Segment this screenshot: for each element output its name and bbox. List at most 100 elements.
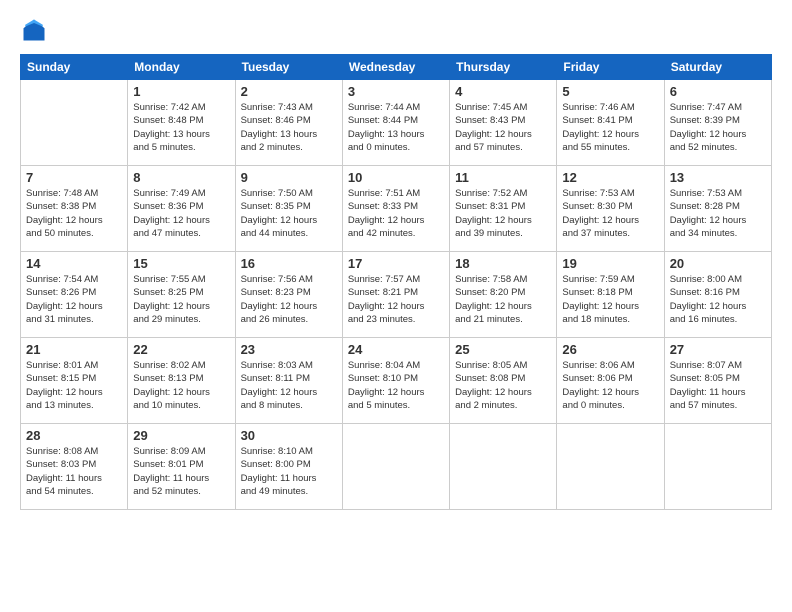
- calendar-header-wednesday: Wednesday: [342, 55, 449, 80]
- day-number: 1: [133, 84, 229, 99]
- day-info: Sunrise: 8:08 AM Sunset: 8:03 PM Dayligh…: [26, 445, 122, 498]
- day-number: 5: [562, 84, 658, 99]
- page: SundayMondayTuesdayWednesdayThursdayFrid…: [0, 0, 792, 612]
- day-info: Sunrise: 7:50 AM Sunset: 8:35 PM Dayligh…: [241, 187, 337, 240]
- calendar-cell: [450, 424, 557, 510]
- calendar-cell: 21Sunrise: 8:01 AM Sunset: 8:15 PM Dayli…: [21, 338, 128, 424]
- calendar-cell: 11 Sunrise: 7:52 AM Sunset: 8:31 PM Dayli…: [450, 166, 557, 252]
- calendar-cell: 17 Sunrise: 7:57 AM Sunset: 8:21 PM Dayli…: [342, 252, 449, 338]
- calendar-cell: 30 Sunrise: 8:10 AM Sunset: 8:00 PM Dayli…: [235, 424, 342, 510]
- day-number: 7: [26, 170, 122, 185]
- day-info: Sunrise: 8:10 AM Sunset: 8:00 PM Dayligh…: [241, 445, 337, 498]
- calendar-week-5: 28 Sunrise: 8:08 AM Sunset: 8:03 PM Dayli…: [21, 424, 772, 510]
- day-number: 23: [241, 342, 337, 357]
- day-info: Sunrise: 8:03 AM Sunset: 8:11 PM Dayligh…: [241, 359, 337, 412]
- calendar-cell: 2 Sunrise: 7:43 AM Sunset: 8:46 PM Daylig…: [235, 80, 342, 166]
- calendar-cell: 29Sunrise: 8:09 AM Sunset: 8:01 PM Dayli…: [128, 424, 235, 510]
- day-number: 29: [133, 428, 229, 443]
- day-number: 8: [133, 170, 229, 185]
- calendar: SundayMondayTuesdayWednesdayThursdayFrid…: [20, 54, 772, 510]
- calendar-cell: 1 Sunrise: 7:42 AM Sunset: 8:48 PM Daylig…: [128, 80, 235, 166]
- day-number: 19: [562, 256, 658, 271]
- calendar-cell: 19 Sunrise: 7:59 AM Sunset: 8:18 PM Dayli…: [557, 252, 664, 338]
- day-number: 12: [562, 170, 658, 185]
- day-number: 13: [670, 170, 766, 185]
- calendar-cell: 24Sunrise: 8:04 AM Sunset: 8:10 PM Dayli…: [342, 338, 449, 424]
- calendar-cell: 22 Sunrise: 8:02 AM Sunset: 8:13 PM Dayli…: [128, 338, 235, 424]
- day-number: 26: [562, 342, 658, 357]
- calendar-cell: 8 Sunrise: 7:49 AM Sunset: 8:36 PM Daylig…: [128, 166, 235, 252]
- day-info: Sunrise: 7:49 AM Sunset: 8:36 PM Dayligh…: [133, 187, 229, 240]
- day-number: 2: [241, 84, 337, 99]
- calendar-cell: [342, 424, 449, 510]
- calendar-cell: 26 Sunrise: 8:06 AM Sunset: 8:06 PM Dayli…: [557, 338, 664, 424]
- calendar-header-monday: Monday: [128, 55, 235, 80]
- calendar-header-tuesday: Tuesday: [235, 55, 342, 80]
- day-info: Sunrise: 8:02 AM Sunset: 8:13 PM Dayligh…: [133, 359, 229, 412]
- calendar-cell: 23 Sunrise: 8:03 AM Sunset: 8:11 PM Dayli…: [235, 338, 342, 424]
- day-number: 27: [670, 342, 766, 357]
- calendar-week-1: 1 Sunrise: 7:42 AM Sunset: 8:48 PM Daylig…: [21, 80, 772, 166]
- day-info: Sunrise: 7:58 AM Sunset: 8:20 PM Dayligh…: [455, 273, 551, 326]
- day-info: Sunrise: 7:54 AM Sunset: 8:26 PM Dayligh…: [26, 273, 122, 326]
- calendar-cell: 18 Sunrise: 7:58 AM Sunset: 8:20 PM Dayli…: [450, 252, 557, 338]
- calendar-week-4: 21Sunrise: 8:01 AM Sunset: 8:15 PM Dayli…: [21, 338, 772, 424]
- day-info: Sunrise: 8:05 AM Sunset: 8:08 PM Dayligh…: [455, 359, 551, 412]
- day-info: Sunrise: 8:07 AM Sunset: 8:05 PM Dayligh…: [670, 359, 766, 412]
- day-number: 28: [26, 428, 122, 443]
- calendar-cell: 6Sunrise: 7:47 AM Sunset: 8:39 PM Daylig…: [664, 80, 771, 166]
- calendar-cell: 5 Sunrise: 7:46 AM Sunset: 8:41 PM Daylig…: [557, 80, 664, 166]
- day-info: Sunrise: 7:44 AM Sunset: 8:44 PM Dayligh…: [348, 101, 444, 154]
- day-number: 16: [241, 256, 337, 271]
- day-number: 21: [26, 342, 122, 357]
- calendar-cell: 9 Sunrise: 7:50 AM Sunset: 8:35 PM Daylig…: [235, 166, 342, 252]
- day-info: Sunrise: 7:46 AM Sunset: 8:41 PM Dayligh…: [562, 101, 658, 154]
- day-info: Sunrise: 7:42 AM Sunset: 8:48 PM Dayligh…: [133, 101, 229, 154]
- day-number: 4: [455, 84, 551, 99]
- header: [20, 16, 772, 44]
- calendar-cell: 27 Sunrise: 8:07 AM Sunset: 8:05 PM Dayli…: [664, 338, 771, 424]
- day-info: Sunrise: 7:55 AM Sunset: 8:25 PM Dayligh…: [133, 273, 229, 326]
- calendar-cell: 20Sunrise: 8:00 AM Sunset: 8:16 PM Dayli…: [664, 252, 771, 338]
- day-number: 22: [133, 342, 229, 357]
- calendar-cell: [664, 424, 771, 510]
- day-info: Sunrise: 7:43 AM Sunset: 8:46 PM Dayligh…: [241, 101, 337, 154]
- day-number: 9: [241, 170, 337, 185]
- logo-icon: [20, 16, 48, 44]
- day-number: 3: [348, 84, 444, 99]
- calendar-header-thursday: Thursday: [450, 55, 557, 80]
- day-info: Sunrise: 7:47 AM Sunset: 8:39 PM Dayligh…: [670, 101, 766, 154]
- day-number: 30: [241, 428, 337, 443]
- day-number: 11: [455, 170, 551, 185]
- calendar-week-2: 7Sunrise: 7:48 AM Sunset: 8:38 PM Daylig…: [21, 166, 772, 252]
- day-number: 14: [26, 256, 122, 271]
- day-info: Sunrise: 7:57 AM Sunset: 8:21 PM Dayligh…: [348, 273, 444, 326]
- day-info: Sunrise: 8:06 AM Sunset: 8:06 PM Dayligh…: [562, 359, 658, 412]
- calendar-header-row: SundayMondayTuesdayWednesdayThursdayFrid…: [21, 55, 772, 80]
- calendar-cell: 12 Sunrise: 7:53 AM Sunset: 8:30 PM Dayli…: [557, 166, 664, 252]
- calendar-cell: 16Sunrise: 7:56 AM Sunset: 8:23 PM Dayli…: [235, 252, 342, 338]
- calendar-cell: 14 Sunrise: 7:54 AM Sunset: 8:26 PM Dayli…: [21, 252, 128, 338]
- logo: [20, 16, 52, 44]
- calendar-header-sunday: Sunday: [21, 55, 128, 80]
- calendar-cell: 28 Sunrise: 8:08 AM Sunset: 8:03 PM Dayli…: [21, 424, 128, 510]
- day-info: Sunrise: 7:53 AM Sunset: 8:28 PM Dayligh…: [670, 187, 766, 240]
- day-number: 10: [348, 170, 444, 185]
- day-number: 24: [348, 342, 444, 357]
- calendar-cell: [21, 80, 128, 166]
- day-info: Sunrise: 7:53 AM Sunset: 8:30 PM Dayligh…: [562, 187, 658, 240]
- day-number: 17: [348, 256, 444, 271]
- calendar-cell: [557, 424, 664, 510]
- day-info: Sunrise: 7:51 AM Sunset: 8:33 PM Dayligh…: [348, 187, 444, 240]
- calendar-cell: 13 Sunrise: 7:53 AM Sunset: 8:28 PM Dayli…: [664, 166, 771, 252]
- day-number: 18: [455, 256, 551, 271]
- day-number: 15: [133, 256, 229, 271]
- day-info: Sunrise: 8:00 AM Sunset: 8:16 PM Dayligh…: [670, 273, 766, 326]
- calendar-cell: 7Sunrise: 7:48 AM Sunset: 8:38 PM Daylig…: [21, 166, 128, 252]
- day-info: Sunrise: 7:52 AM Sunset: 8:31 PM Dayligh…: [455, 187, 551, 240]
- day-info: Sunrise: 7:45 AM Sunset: 8:43 PM Dayligh…: [455, 101, 551, 154]
- calendar-header-friday: Friday: [557, 55, 664, 80]
- calendar-cell: 4 Sunrise: 7:45 AM Sunset: 8:43 PM Daylig…: [450, 80, 557, 166]
- calendar-header-saturday: Saturday: [664, 55, 771, 80]
- day-info: Sunrise: 7:59 AM Sunset: 8:18 PM Dayligh…: [562, 273, 658, 326]
